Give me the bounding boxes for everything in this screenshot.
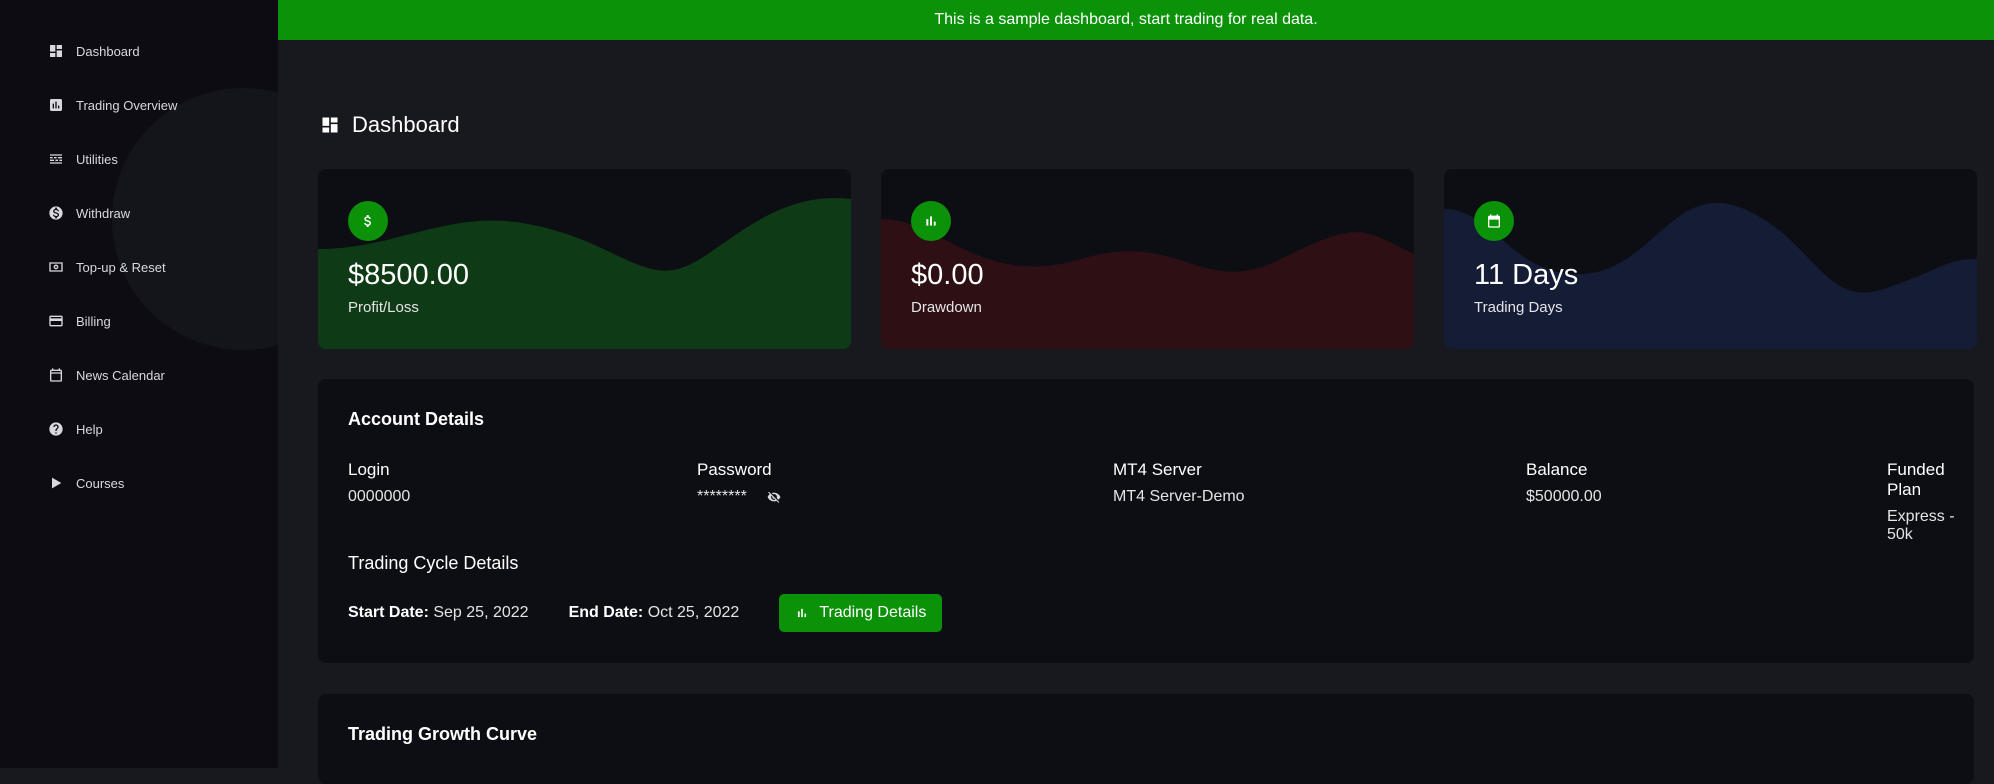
sidebar-item-label: Courses <box>76 475 125 491</box>
play-icon <box>48 475 64 491</box>
eye-off-icon[interactable] <box>767 490 781 504</box>
dollar-circle-icon <box>48 205 64 221</box>
sidebar: Dashboard Trading Overview Utilities Wit… <box>0 0 278 768</box>
trading-cycle-title: Trading Cycle Details <box>348 553 519 573</box>
trading-growth-title: Trading Growth Curve <box>348 724 538 744</box>
password-detail: Password ******** <box>697 460 781 506</box>
sidebar-item-news-calendar[interactable]: News Calendar <box>0 348 278 402</box>
drawdown-card: $0.00 Drawdown <box>881 169 1414 349</box>
balance-label: Balance <box>1526 460 1588 479</box>
end-date-label: End Date: <box>568 604 644 621</box>
account-details-title: Account Details <box>348 409 485 429</box>
profit-loss-card: $8500.00 Profit/Loss <box>318 169 851 349</box>
mt4-server-detail: MT4 Server MT4 Server-Demo <box>1113 460 1245 506</box>
sidebar-item-label: News Calendar <box>76 367 165 383</box>
bar-chart-icon <box>798 608 807 618</box>
funded-plan-label: Funded Plan <box>1887 460 1945 499</box>
credit-card-icon <box>48 313 64 329</box>
password-row: ******** <box>697 488 781 506</box>
login-detail: Login 0000000 <box>348 460 410 506</box>
calendar-icon <box>1474 201 1514 241</box>
login-label: Login <box>348 460 390 479</box>
funded-plan-value: Express - 50k <box>1887 508 1955 543</box>
sidebar-item-label: Utilities <box>76 151 118 167</box>
sidebar-item-label: Top-up & Reset <box>76 259 166 275</box>
trading-days-card: 11 Days Trading Days <box>1444 169 1977 349</box>
sidebar-item-dashboard[interactable]: Dashboard <box>0 24 278 78</box>
password-value: ******** <box>697 488 747 505</box>
dashboard-icon <box>322 117 338 133</box>
trading-days-value: 11 Days <box>1474 259 1579 291</box>
trading-cycle-row: Start Date: Sep 25, 2022 End Date: Oct 2… <box>348 594 943 632</box>
utilities-icon <box>48 151 64 167</box>
balance-detail: Balance $50000.00 <box>1526 460 1602 506</box>
sidebar-item-label: Billing <box>76 313 111 329</box>
page-header: Dashboard <box>320 112 460 138</box>
mt4-server-value: MT4 Server-Demo <box>1113 488 1245 505</box>
sidebar-item-courses[interactable]: Courses <box>0 456 278 510</box>
trading-days-label: Trading Days <box>1474 299 1563 316</box>
main-content: This is a sample dashboard, start tradin… <box>278 0 1994 784</box>
funded-plan-detail: Funded Plan Express - 50k <box>1887 460 1974 544</box>
stat-cards: $8500.00 Profit/Loss $0.00 Drawdown 11 D… <box>318 169 1977 349</box>
drawdown-label: Drawdown <box>911 299 982 316</box>
start-date: Start Date: Sep 25, 2022 <box>348 604 529 622</box>
sidebar-item-trading-overview[interactable]: Trading Overview <box>0 78 278 132</box>
bar-chart-icon <box>911 201 951 241</box>
sidebar-item-label: Trading Overview <box>76 97 178 113</box>
page-title: Dashboard <box>352 112 460 137</box>
sidebar-item-help[interactable]: Help <box>0 402 278 456</box>
drawdown-value: $0.00 <box>911 259 984 291</box>
end-date-value: Oct 25, 2022 <box>647 604 740 621</box>
sidebar-item-topup-reset[interactable]: Top-up & Reset <box>0 240 278 294</box>
profit-loss-value: $8500.00 <box>348 259 469 291</box>
money-icon <box>48 259 64 275</box>
sidebar-nav: Dashboard Trading Overview Utilities Wit… <box>0 0 278 510</box>
login-value: 0000000 <box>348 488 411 505</box>
calendar-icon <box>48 367 64 383</box>
trading-details-button[interactable]: Trading Details <box>779 594 943 632</box>
profit-loss-label: Profit/Loss <box>348 299 419 316</box>
account-details-panel: Account Details Login 0000000 Password *… <box>318 379 1974 663</box>
sidebar-item-label: Dashboard <box>76 43 140 59</box>
sidebar-item-billing[interactable]: Billing <box>0 294 278 348</box>
start-date-label: Start Date: <box>348 604 429 621</box>
bar-chart-icon <box>48 97 64 113</box>
password-label: Password <box>697 460 772 479</box>
sample-banner: This is a sample dashboard, start tradin… <box>278 0 1994 40</box>
sidebar-item-label: Withdraw <box>76 205 131 221</box>
trading-growth-panel: Trading Growth Curve <box>318 694 1974 784</box>
sidebar-item-utilities[interactable]: Utilities <box>0 132 278 186</box>
dashboard-icon <box>48 43 64 59</box>
dollar-icon <box>348 201 388 241</box>
start-date-value: Sep 25, 2022 <box>433 604 529 621</box>
sidebar-item-withdraw[interactable]: Withdraw <box>0 186 278 240</box>
sidebar-item-label: Help <box>76 421 103 437</box>
mt4-server-label: MT4 Server <box>1113 460 1202 479</box>
banner-text: This is a sample dashboard, start tradin… <box>934 11 1318 28</box>
trading-details-label: Trading Details <box>819 604 927 621</box>
help-icon <box>48 421 64 437</box>
end-date: End Date: Oct 25, 2022 <box>569 604 740 622</box>
balance-value: $50000.00 <box>1526 488 1602 505</box>
